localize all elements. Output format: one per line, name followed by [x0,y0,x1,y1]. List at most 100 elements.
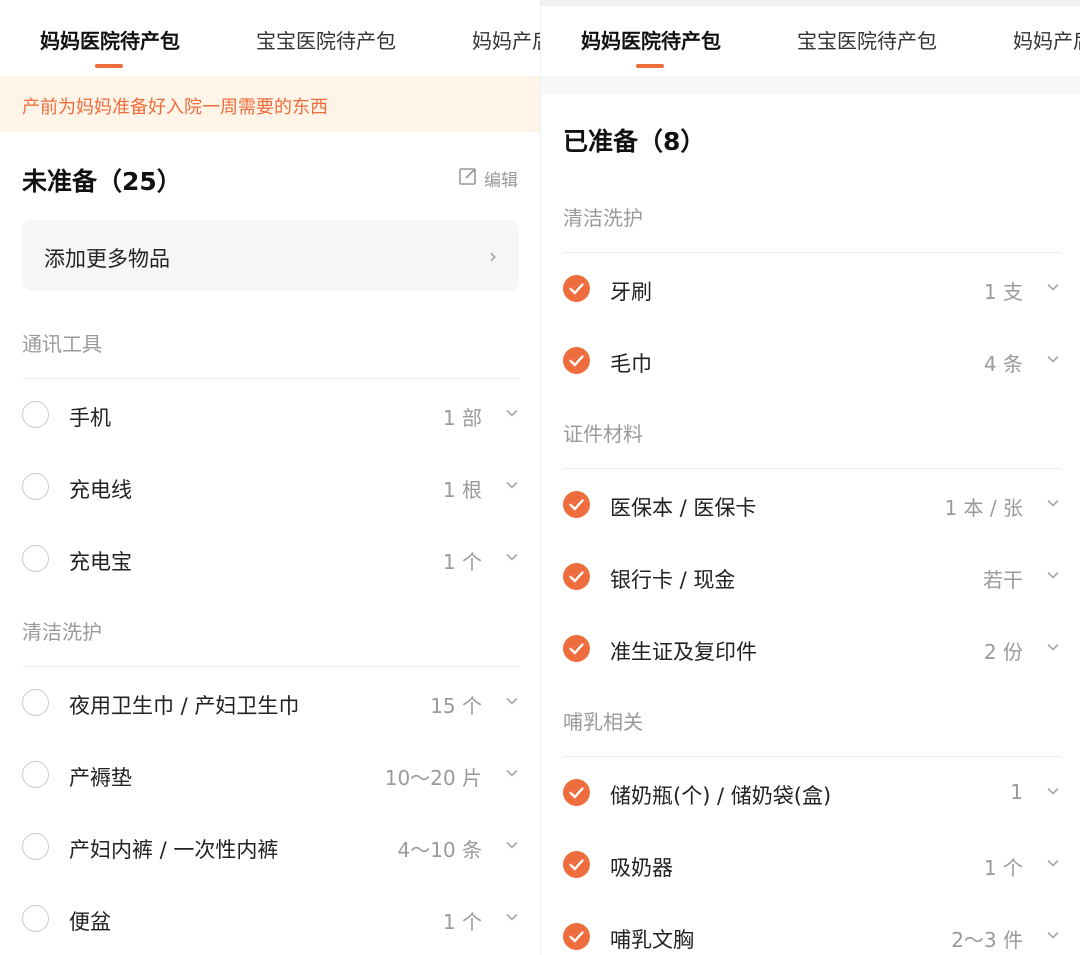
checked-circle-icon[interactable] [563,347,590,374]
item-quantity[interactable]: 1 部 [443,402,482,431]
chevron-down-icon[interactable] [504,477,520,497]
chevron-right-icon: › [489,244,497,268]
item-quantity[interactable]: 10～20 片 [385,762,482,791]
chevron-down-icon[interactable] [1045,639,1061,659]
category-divider [563,252,1061,253]
list-item[interactable]: 产褥垫 10～20 片 [22,755,520,795]
item-quantity[interactable]: 2～3 件 [951,924,1023,953]
chevron-down-icon[interactable] [504,549,520,569]
item-quantity[interactable]: 1 个 [443,546,482,575]
add-more-items-button[interactable]: 添加更多物品 › [22,220,519,291]
checked-circle-icon[interactable] [563,923,590,950]
unchecked-circle-icon[interactable] [22,689,49,716]
item-name: 准生证及复印件 [610,640,757,664]
checked-circle-icon[interactable] [563,563,590,590]
item-name: 充电线 [69,478,132,502]
item-quantity[interactable]: 1 根 [443,474,482,503]
item-name: 便盆 [69,910,111,934]
unchecked-circle-icon[interactable] [22,545,49,572]
item-name: 充电宝 [69,550,132,574]
tab-bar: 妈妈医院待产包 宝宝医院待产包 妈妈产后 [541,6,1080,76]
checked-circle-icon[interactable] [563,491,590,518]
category-divider [22,378,520,379]
item-quantity[interactable]: 1 支 [984,276,1023,305]
chevron-down-icon[interactable] [504,909,520,929]
tab-bar: 妈妈医院待产包 宝宝医院待产包 妈妈产后 [0,0,540,76]
list-item[interactable]: 吸奶器 1 个 [563,845,1061,885]
category-label: 证件材料 [563,422,643,446]
edit-icon [458,166,478,191]
list-item[interactable]: 哺乳文胸 2～3 件 [563,917,1061,955]
unchecked-circle-icon[interactable] [22,401,49,428]
item-quantity[interactable]: 1 本 / 张 [944,492,1023,521]
tip-text: 产前为妈妈准备好入院一周需要的东西 [22,97,328,118]
category-divider [22,666,520,667]
edit-button[interactable]: 编辑 [458,166,518,191]
tab-baby-hospital-bag[interactable]: 宝宝医院待产包 [797,28,937,54]
unchecked-circle-icon[interactable] [22,905,49,932]
list-item[interactable]: 准生证及复印件 2 份 [563,629,1061,669]
chevron-down-icon[interactable] [504,765,520,785]
list-item[interactable]: 夜用卫生巾 / 产妇卫生巾 15 个 [22,683,520,723]
tab-mom-postpartum[interactable]: 妈妈产后 [472,28,540,54]
list-item[interactable]: 毛巾 4 条 [563,341,1061,381]
chevron-down-icon[interactable] [1045,279,1061,299]
prepared-title: 已准备（8） [563,127,706,156]
category-label: 清洁洗护 [22,620,102,644]
list-item[interactable]: 便盆 1 个 [22,899,520,939]
chevron-down-icon[interactable] [1045,783,1061,803]
list-item[interactable]: 充电线 1 根 [22,467,520,507]
item-quantity[interactable]: 1 [1010,780,1023,804]
tab-mom-hospital-bag[interactable]: 妈妈医院待产包 [581,28,721,54]
list-item[interactable]: 医保本 / 医保卡 1 本 / 张 [563,485,1061,525]
unchecked-circle-icon[interactable] [22,833,49,860]
chevron-down-icon[interactable] [1045,855,1061,875]
item-quantity[interactable]: 1 个 [984,852,1023,881]
item-name: 夜用卫生巾 / 产妇卫生巾 [69,694,300,718]
chevron-down-icon[interactable] [1045,567,1061,587]
chevron-down-icon[interactable] [1045,495,1061,515]
tip-banner: 产前为妈妈准备好入院一周需要的东西 [0,76,540,132]
category-label: 哺乳相关 [563,710,643,734]
item-quantity[interactable]: 1 个 [443,906,482,935]
chevron-down-icon[interactable] [1045,927,1061,947]
item-quantity[interactable]: 4～10 条 [397,834,482,863]
list-item[interactable]: 牙刷 1 支 [563,269,1061,309]
edit-label: 编辑 [484,171,518,191]
item-name: 产妇内裤 / 一次性内裤 [69,838,279,862]
item-quantity[interactable]: 若干 [983,564,1023,593]
list-item[interactable]: 储奶瓶(个) / 储奶袋(盒) 1 [563,773,1061,813]
checked-circle-icon[interactable] [563,779,590,806]
chevron-down-icon[interactable] [504,405,520,425]
chevron-down-icon[interactable] [504,693,520,713]
item-quantity[interactable]: 4 条 [984,348,1023,377]
category-label: 清洁洗护 [563,206,643,230]
item-name: 手机 [69,406,111,430]
list-item[interactable]: 手机 1 部 [22,395,520,435]
item-name: 哺乳文胸 [610,928,694,952]
chevron-down-icon[interactable] [504,837,520,857]
active-tab-indicator [95,64,123,68]
checked-circle-icon[interactable] [563,635,590,662]
list-item[interactable]: 银行卡 / 现金 若干 [563,557,1061,597]
checked-circle-icon[interactable] [563,275,590,302]
section-gap [541,76,1080,94]
unchecked-circle-icon[interactable] [22,761,49,788]
item-name: 毛巾 [610,352,652,376]
unprepared-title: 未准备（25） [22,167,182,196]
tab-baby-hospital-bag[interactable]: 宝宝医院待产包 [256,28,396,54]
item-name: 牙刷 [610,280,652,304]
tab-mom-hospital-bag[interactable]: 妈妈医院待产包 [40,28,180,54]
unchecked-circle-icon[interactable] [22,473,49,500]
chevron-down-icon[interactable] [1045,351,1061,371]
list-item[interactable]: 充电宝 1 个 [22,539,520,579]
category-label: 通讯工具 [22,332,102,356]
tab-mom-postpartum[interactable]: 妈妈产后 [1013,28,1080,54]
category-divider [563,468,1061,469]
prepared-panel: 妈妈医院待产包 宝宝医院待产包 妈妈产后 已准备（8） 清洁洗护牙刷 1 支毛巾 4… [540,0,1080,955]
item-quantity[interactable]: 2 份 [984,636,1023,665]
list-item[interactable]: 产妇内裤 / 一次性内裤 4～10 条 [22,827,520,867]
active-tab-indicator [636,64,664,68]
item-quantity[interactable]: 15 个 [430,690,482,719]
checked-circle-icon[interactable] [563,851,590,878]
